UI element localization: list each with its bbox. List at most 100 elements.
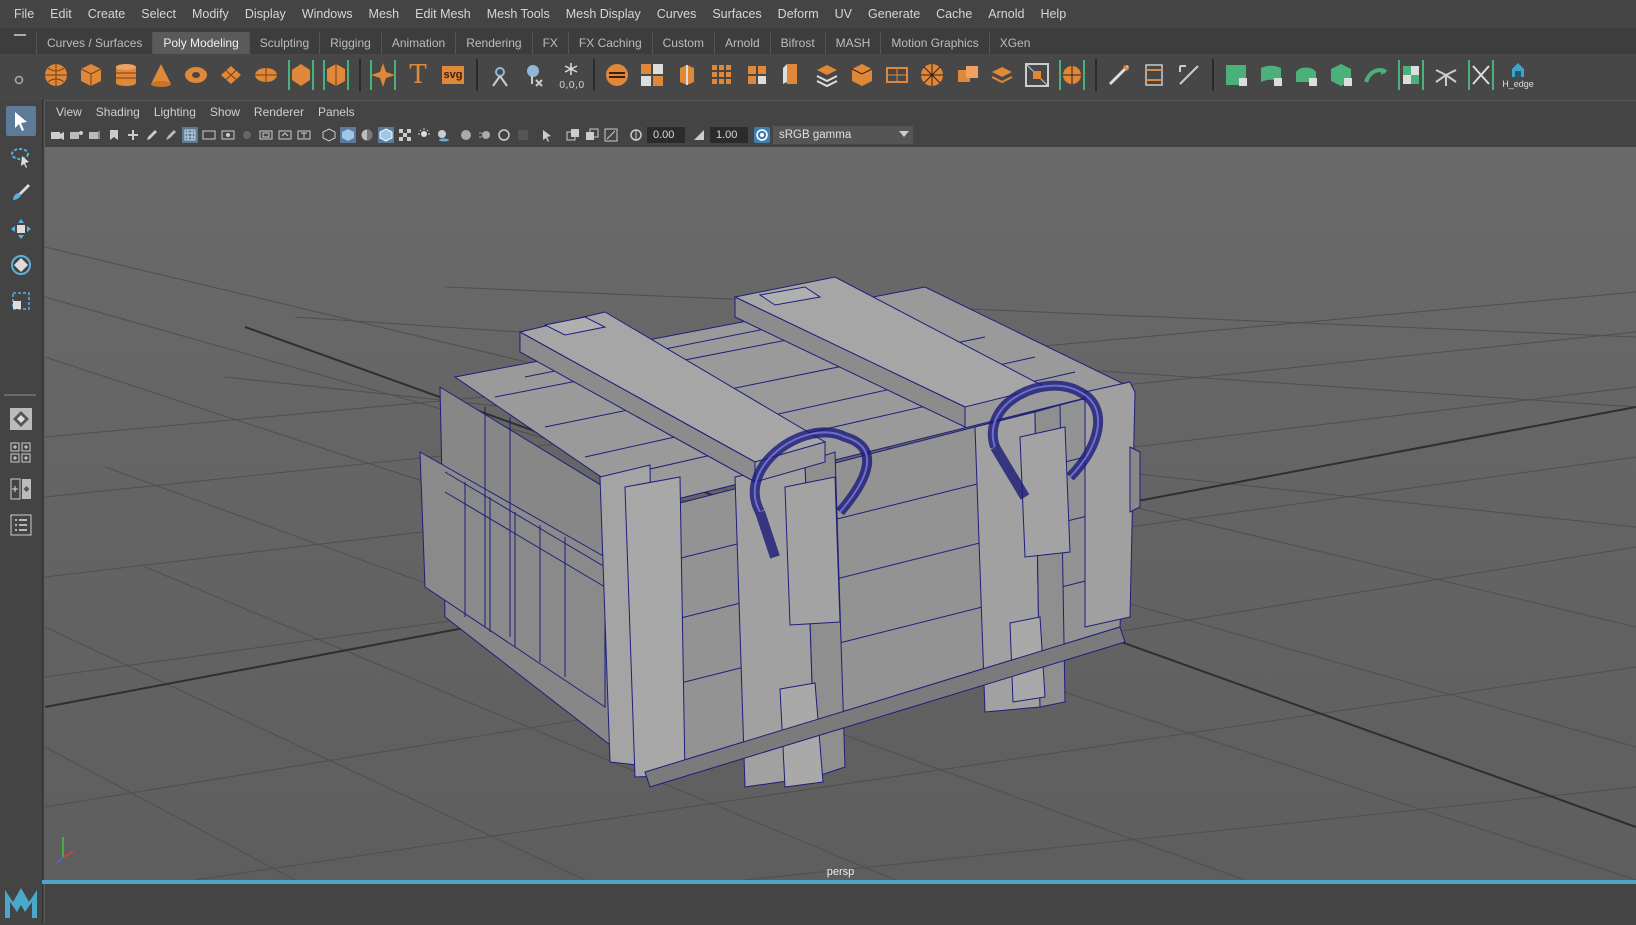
- gate-mask-icon[interactable]: [239, 127, 255, 143]
- cylindrical-map-icon[interactable]: [1327, 58, 1355, 92]
- star-shape-icon[interactable]: [369, 58, 397, 92]
- menu-create[interactable]: Create: [80, 7, 134, 21]
- grid-toggle-icon[interactable]: [182, 127, 198, 143]
- camera-bookmark-icon[interactable]: [87, 127, 103, 143]
- extrude-icon[interactable]: [848, 58, 876, 92]
- smooth-shade-icon[interactable]: [340, 127, 356, 143]
- color-management-icon[interactable]: [754, 127, 770, 143]
- xray-joints-icon[interactable]: [584, 127, 600, 143]
- scale-tool-icon[interactable]: [6, 286, 36, 316]
- wireframe-icon[interactable]: [321, 127, 337, 143]
- gamma-icon[interactable]: [691, 127, 707, 143]
- tab-xgen[interactable]: XGen: [988, 32, 1041, 54]
- tab-arnold[interactable]: Arnold: [713, 32, 770, 54]
- smooth-icon[interactable]: [708, 58, 736, 92]
- auto-map-icon[interactable]: [1292, 58, 1320, 92]
- connect-icon[interactable]: [1023, 58, 1051, 92]
- single-view-layout-icon[interactable]: [6, 404, 36, 434]
- screen-space-ao-icon[interactable]: [458, 127, 474, 143]
- poly-disc-icon[interactable]: [252, 58, 280, 92]
- poly-plane-icon[interactable]: [217, 58, 245, 92]
- rotate-tool-icon[interactable]: [6, 250, 36, 280]
- combine-icon[interactable]: [603, 58, 631, 92]
- pencil-icon[interactable]: [163, 127, 179, 143]
- sew-uv-icon[interactable]: [1362, 58, 1390, 92]
- tab-motion-graphics[interactable]: Motion Graphics: [880, 32, 988, 54]
- tab-rigging[interactable]: Rigging: [319, 32, 381, 54]
- resolution-gate-icon[interactable]: [220, 127, 236, 143]
- motion-blur-icon[interactable]: [477, 127, 493, 143]
- poly-torus-icon[interactable]: [182, 58, 210, 92]
- type-icon[interactable]: T: [404, 58, 432, 92]
- select-tool-icon[interactable]: [6, 106, 36, 136]
- menu-display[interactable]: Display: [237, 7, 294, 21]
- film-gate-icon[interactable]: [201, 127, 217, 143]
- offset-edge-loop-icon[interactable]: [1140, 58, 1168, 92]
- menu-cache[interactable]: Cache: [928, 7, 980, 21]
- cut-faces-icon[interactable]: [1175, 58, 1203, 92]
- wireframe-on-shaded-icon[interactable]: [378, 127, 394, 143]
- camera-select-icon[interactable]: [49, 127, 65, 143]
- textured-icon[interactable]: [397, 127, 413, 143]
- separate-icon[interactable]: [638, 58, 666, 92]
- super-shape-icon[interactable]: [322, 58, 350, 92]
- two-view-layout-icon[interactable]: [6, 474, 36, 504]
- snap-origin-icon[interactable]: 0,0,0: [556, 58, 584, 92]
- shadows-icon[interactable]: [435, 127, 451, 143]
- menu-curves[interactable]: Curves: [649, 7, 705, 21]
- menu-mesh[interactable]: Mesh: [361, 7, 408, 21]
- menu-deform[interactable]: Deform: [770, 7, 827, 21]
- fill-hole-icon[interactable]: [918, 58, 946, 92]
- menu-edit-mesh[interactable]: Edit Mesh: [407, 7, 479, 21]
- poly-cone-icon[interactable]: [147, 58, 175, 92]
- 3d-viewport[interactable]: persp: [45, 147, 1636, 880]
- grease-pencil-icon[interactable]: [144, 127, 160, 143]
- default-material-icon[interactable]: [359, 127, 375, 143]
- quad-draw-icon[interactable]: [1058, 58, 1086, 92]
- tab-mash[interactable]: MASH: [824, 32, 881, 54]
- four-view-layout-icon[interactable]: [6, 438, 36, 468]
- menu-mesh-display[interactable]: Mesh Display: [558, 7, 649, 21]
- poly-cylinder-icon[interactable]: [112, 58, 140, 92]
- panel-menu-renderer[interactable]: Renderer: [247, 105, 311, 119]
- field-chart-icon[interactable]: [258, 127, 274, 143]
- xray-icon[interactable]: [565, 127, 581, 143]
- menu-windows[interactable]: Windows: [294, 7, 361, 21]
- platonic-icon[interactable]: [287, 58, 315, 92]
- tab-sculpting[interactable]: Sculpting: [248, 32, 319, 54]
- menu-file[interactable]: File: [6, 7, 42, 21]
- color-space-select[interactable]: sRGB gamma: [773, 126, 913, 144]
- bevel-icon[interactable]: [778, 58, 806, 92]
- measure-icon[interactable]: [486, 58, 514, 92]
- h-edge-select-icon[interactable]: [1467, 58, 1495, 92]
- xray-components-icon[interactable]: [603, 127, 619, 143]
- tab-rendering[interactable]: Rendering: [455, 32, 531, 54]
- shelf-settings-icon[interactable]: [12, 56, 26, 98]
- depth-of-field-icon[interactable]: [515, 127, 531, 143]
- exposure-field[interactable]: 0.00: [647, 127, 685, 143]
- camera-attributes-icon[interactable]: [68, 127, 84, 143]
- menu-help[interactable]: Help: [1032, 7, 1074, 21]
- append-icon[interactable]: [883, 58, 911, 92]
- uv-editor-icon[interactable]: [1222, 58, 1250, 92]
- poly-cube-icon[interactable]: [77, 58, 105, 92]
- tab-custom[interactable]: Custom: [651, 32, 714, 54]
- target-weld-icon[interactable]: [988, 58, 1016, 92]
- poly-sphere-icon[interactable]: [42, 58, 70, 92]
- paint-select-icon[interactable]: [6, 178, 36, 208]
- safe-title-icon[interactable]: [296, 127, 312, 143]
- gamma-field[interactable]: 1.00: [710, 127, 748, 143]
- tab-fx[interactable]: FX: [531, 32, 568, 54]
- multisample-aa-icon[interactable]: [496, 127, 512, 143]
- panel-menu-shading[interactable]: Shading: [89, 105, 147, 119]
- menu-uv[interactable]: UV: [827, 7, 860, 21]
- panel-menu-view[interactable]: View: [49, 105, 89, 119]
- menu-generate[interactable]: Generate: [860, 7, 928, 21]
- multi-cut-icon[interactable]: [953, 58, 981, 92]
- menu-arnold[interactable]: Arnold: [980, 7, 1032, 21]
- h-edge-icon[interactable]: H_edge: [1502, 58, 1534, 92]
- make-live-icon[interactable]: [521, 58, 549, 92]
- menu-mesh-tools[interactable]: Mesh Tools: [479, 7, 558, 21]
- menu-edit[interactable]: Edit: [42, 7, 80, 21]
- menu-modify[interactable]: Modify: [184, 7, 237, 21]
